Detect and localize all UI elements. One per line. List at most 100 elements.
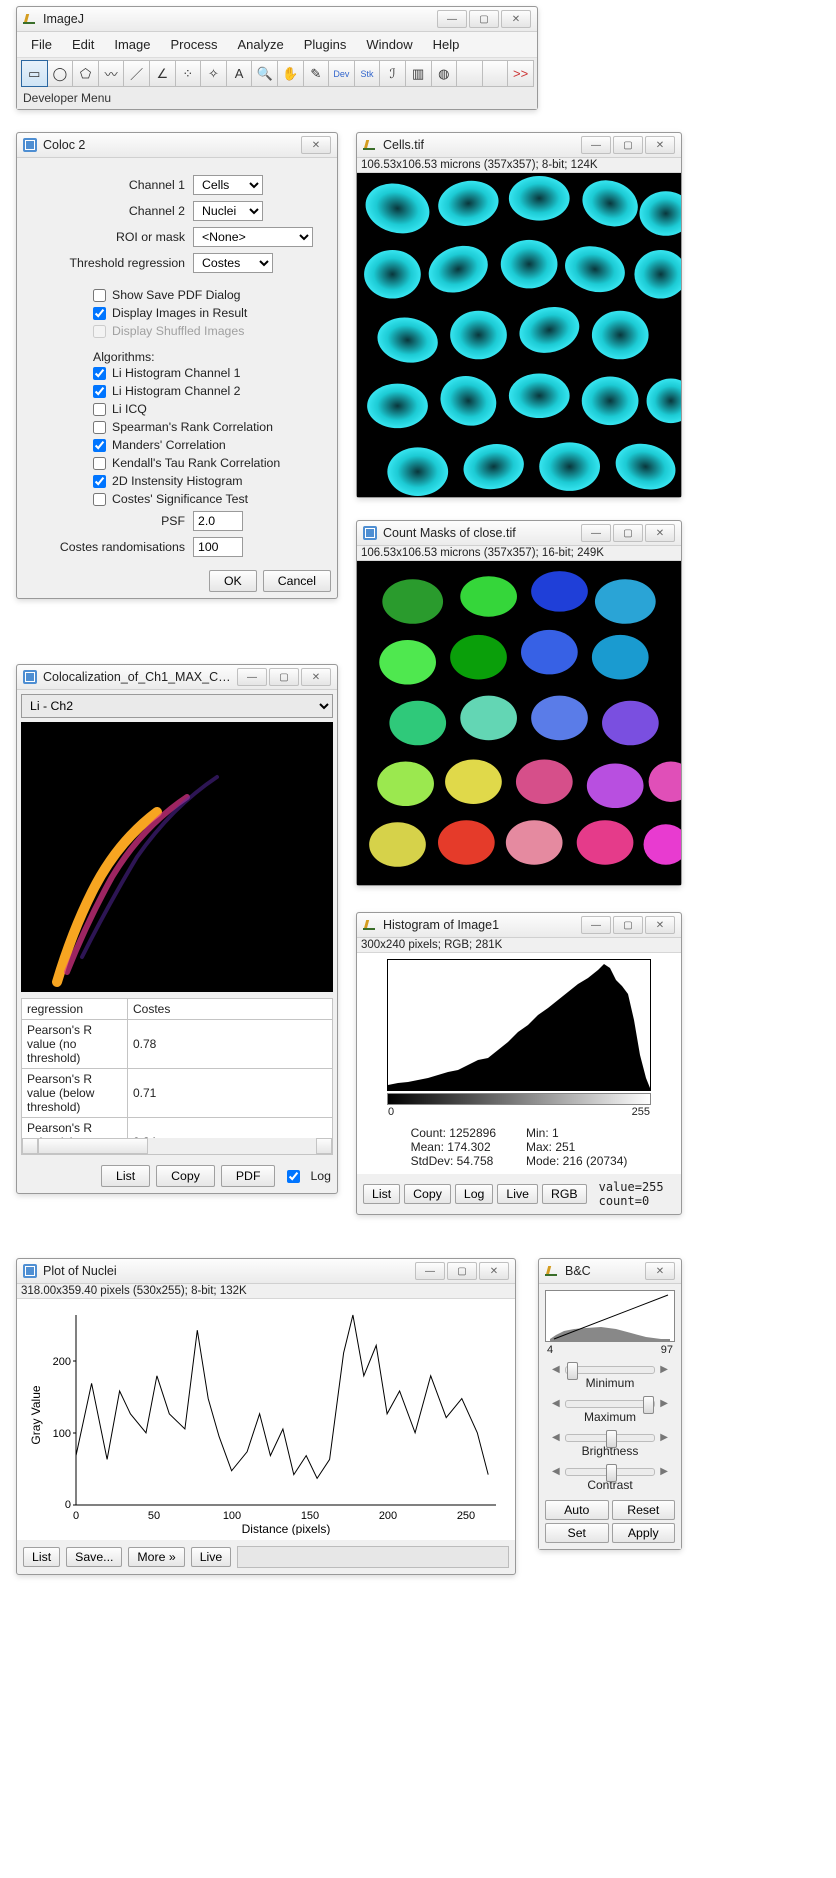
close-button[interactable]: ✕ <box>479 1262 509 1280</box>
titlebar[interactable]: Count Masks of close.tif — ▢ ✕ <box>357 521 681 546</box>
rgb-button[interactable]: RGB <box>542 1184 587 1204</box>
select-channel1[interactable]: Cells <box>193 175 263 195</box>
chk-save-pdf[interactable]: Show Save PDF Dialog <box>93 288 319 302</box>
list-button[interactable]: List <box>363 1184 400 1204</box>
titlebar[interactable]: B&C ✕ <box>539 1259 681 1284</box>
chk-licq[interactable]: Li ICQ <box>93 402 319 416</box>
tool-lut[interactable]: ▥ <box>405 60 432 87</box>
titlebar[interactable]: Histogram of Image1 — ▢ ✕ <box>357 913 681 938</box>
tool-point[interactable]: ⁘ <box>175 60 202 87</box>
slider-brightness[interactable]: ◀▶ Brightness <box>551 1430 669 1458</box>
save-button[interactable]: Save... <box>66 1547 122 1567</box>
titlebar[interactable]: Cells.tif — ▢ ✕ <box>357 133 681 158</box>
chk-kendall[interactable]: Kendall's Tau Rank Correlation <box>93 456 319 470</box>
tool-dev[interactable]: Dev <box>328 60 355 87</box>
tool-line[interactable]: ／ <box>123 60 150 87</box>
apply-button[interactable]: Apply <box>612 1523 676 1543</box>
titlebar[interactable]: Colocalization_of_Ch1_MAX_C2-2804... — ▢… <box>17 665 337 690</box>
svg-text:250: 250 <box>457 1510 475 1522</box>
close-button[interactable]: ✕ <box>645 1262 675 1280</box>
menu-analyze[interactable]: Analyze <box>227 34 293 55</box>
input-randomisations[interactable] <box>193 537 243 557</box>
chk-manders[interactable]: Manders' Correlation <box>93 438 319 452</box>
live-button[interactable]: Live <box>191 1547 232 1567</box>
tool-free[interactable]: 〰 <box>98 60 125 87</box>
maximize-button[interactable]: ▢ <box>613 916 643 934</box>
maximize-button[interactable]: ▢ <box>469 10 499 28</box>
tool-brush[interactable]: ℐ <box>379 60 406 87</box>
menu-help[interactable]: Help <box>423 34 470 55</box>
maximize-button[interactable]: ▢ <box>613 524 643 542</box>
log-button[interactable]: Log <box>455 1184 494 1204</box>
input-psf[interactable] <box>193 511 243 531</box>
tool-empty2[interactable] <box>482 60 509 87</box>
close-button[interactable]: ✕ <box>645 136 675 154</box>
list-button[interactable]: List <box>23 1547 60 1567</box>
reset-button[interactable]: Reset <box>612 1500 676 1520</box>
maximize-button[interactable]: ▢ <box>613 136 643 154</box>
close-button[interactable]: ✕ <box>645 524 675 542</box>
more-button[interactable]: More » <box>128 1547 184 1567</box>
ok-button[interactable]: OK <box>209 570 257 592</box>
minimize-button[interactable]: — <box>237 668 267 686</box>
minimize-button[interactable]: — <box>415 1262 445 1280</box>
tool-wand[interactable]: ✧ <box>200 60 227 87</box>
select-roi[interactable]: <None> <box>193 227 313 247</box>
menu-edit[interactable]: Edit <box>62 34 104 55</box>
menu-plugins[interactable]: Plugins <box>294 34 357 55</box>
tool-color[interactable]: ✎ <box>303 60 330 87</box>
set-button[interactable]: Set <box>545 1523 609 1543</box>
chk-display-images[interactable]: Display Images in Result <box>93 306 319 320</box>
close-button[interactable]: ✕ <box>301 136 331 154</box>
tool-spray[interactable]: ◍ <box>431 60 458 87</box>
minimize-button[interactable]: — <box>437 10 467 28</box>
close-button[interactable]: ✕ <box>501 10 531 28</box>
slider-maximum[interactable]: ◀▶ Maximum <box>551 1396 669 1424</box>
menu-window[interactable]: Window <box>356 34 422 55</box>
list-button[interactable]: List <box>101 1165 150 1187</box>
log-toggle[interactable]: Log <box>287 1169 331 1183</box>
slider-minimum[interactable]: ◀▶ Minimum <box>551 1362 669 1390</box>
cancel-button[interactable]: Cancel <box>263 570 331 592</box>
tool-stk[interactable]: Stk <box>354 60 381 87</box>
hscrollbar[interactable] <box>21 1138 333 1155</box>
titlebar[interactable]: ImageJ — ▢ ✕ <box>17 7 537 32</box>
chk-2dhist[interactable]: 2D Instensity Histogram <box>93 474 319 488</box>
select-result-view[interactable]: Li - Ch2 <box>21 694 333 718</box>
stat-min: Min: 1 <box>526 1126 627 1140</box>
copy-button[interactable]: Copy <box>156 1165 215 1187</box>
menu-process[interactable]: Process <box>161 34 228 55</box>
close-button[interactable]: ✕ <box>301 668 331 686</box>
slider-contrast[interactable]: ◀▶ Contrast <box>551 1464 669 1492</box>
minimize-button[interactable]: — <box>581 524 611 542</box>
chk-spearman[interactable]: Spearman's Rank Correlation <box>93 420 319 434</box>
titlebar[interactable]: Plot of Nuclei — ▢ ✕ <box>17 1259 515 1284</box>
tool-oval[interactable]: ◯ <box>47 60 74 87</box>
maximize-button[interactable]: ▢ <box>447 1262 477 1280</box>
tool-rect[interactable]: ▭ <box>21 60 48 87</box>
copy-button[interactable]: Copy <box>404 1184 451 1204</box>
tool-text[interactable]: A <box>226 60 253 87</box>
chk-li2[interactable]: Li Histogram Channel 2 <box>93 384 319 398</box>
select-channel2[interactable]: Nuclei <box>193 201 263 221</box>
pdf-button[interactable]: PDF <box>221 1165 276 1187</box>
menu-image[interactable]: Image <box>104 34 160 55</box>
select-threshold[interactable]: Costes <box>193 253 273 273</box>
tool-zoom[interactable]: 🔍 <box>251 60 278 87</box>
live-button[interactable]: Live <box>497 1184 538 1204</box>
tool-poly[interactable]: ⬠ <box>72 60 99 87</box>
minimize-button[interactable]: — <box>581 136 611 154</box>
titlebar[interactable]: Coloc 2 ✕ <box>17 133 337 158</box>
tool-hand[interactable]: ✋ <box>277 60 304 87</box>
tool-empty1[interactable] <box>456 60 483 87</box>
maximize-button[interactable]: ▢ <box>269 668 299 686</box>
chk-costes[interactable]: Costes' Significance Test <box>93 492 319 506</box>
menu-file[interactable]: File <box>21 34 62 55</box>
chk-li1[interactable]: Li Histogram Channel 1 <box>93 366 319 380</box>
tool-angle[interactable]: ∠ <box>149 60 176 87</box>
minimize-button[interactable]: — <box>581 916 611 934</box>
tool-more[interactable]: >> <box>507 60 534 87</box>
fiji-icon <box>23 138 37 152</box>
auto-button[interactable]: Auto <box>545 1500 609 1520</box>
close-button[interactable]: ✕ <box>645 916 675 934</box>
